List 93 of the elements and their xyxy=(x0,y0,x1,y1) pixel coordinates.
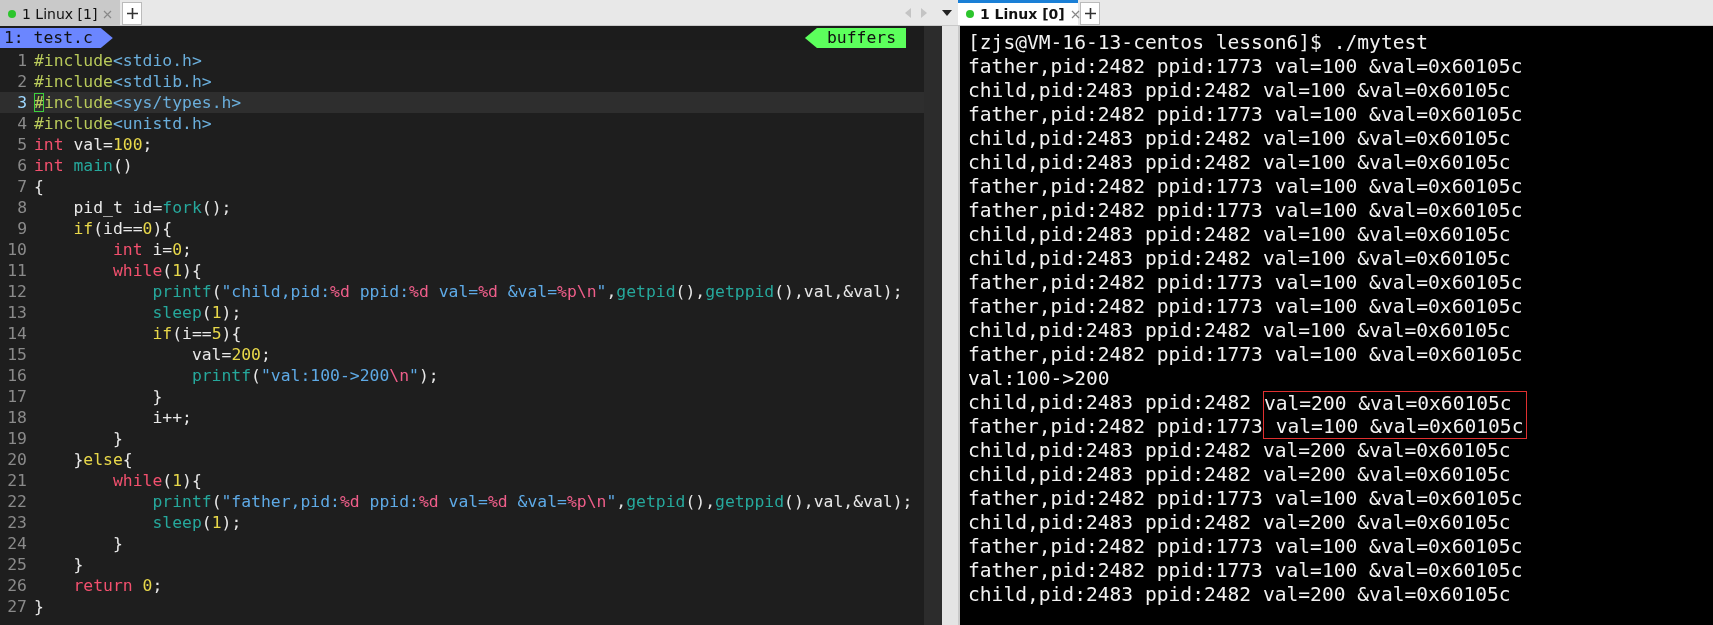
terminal-tab[interactable]: 1 Linux [0] xyxy=(958,0,1078,25)
code-line: val=200; xyxy=(190,344,271,365)
status-dot-icon xyxy=(966,10,974,18)
terminal-line: father,pid:2482 ppid:1773 xyxy=(968,415,1263,439)
code-line: i++; xyxy=(151,407,192,428)
plus-icon xyxy=(126,8,138,19)
terminal-line: father,pid:2482 ppid:1773 val=100 &val=0x60105c xyxy=(968,103,1523,127)
terminal-line: child,pid:2483 ppid:2482 xyxy=(968,391,1253,415)
new-tab-button[interactable] xyxy=(122,2,142,25)
code-line: pid_t id=fork(); xyxy=(72,197,232,218)
code-line: while(1){ xyxy=(111,470,202,491)
highlighted-output: val=200 &val=0x60105c xyxy=(1262,391,1528,415)
code-line: } xyxy=(111,533,123,554)
terminal-line: child,pid:2483 ppid:2482 val=200 &val=0x60105c xyxy=(968,463,1511,487)
terminal-line: father,pid:2482 ppid:1773 val=100 &val=0x60105c xyxy=(968,343,1523,367)
line-number: 13 xyxy=(6,302,27,323)
code-line: sleep(1); xyxy=(151,302,242,323)
terminal-line: child,pid:2483 ppid:2482 val=100 &val=0x60105c xyxy=(968,319,1511,343)
line-number: 14 xyxy=(6,323,27,344)
line-number: 19 xyxy=(6,428,27,449)
terminal-line: father,pid:2482 ppid:1773 val=100 &val=0x60105c xyxy=(968,199,1523,223)
line-number: 26 xyxy=(6,575,27,596)
code-line: }else{ xyxy=(72,449,133,470)
buffer-tab[interactable]: 1: test.c xyxy=(0,28,113,48)
code-line: sleep(1); xyxy=(151,512,242,533)
line-number: 8 xyxy=(16,197,27,218)
terminal-line: child,pid:2483 ppid:2482 val=100 &val=0x60105c xyxy=(968,223,1511,247)
terminal-tab[interactable]: 1 Linux [1] xyxy=(0,0,120,25)
code-line: if(i==5){ xyxy=(151,323,242,344)
code-line: while(1){ xyxy=(111,260,202,281)
code-line: printf("val:100->200\n"); xyxy=(190,365,439,386)
line-number: 21 xyxy=(6,470,27,491)
terminal-line: child,pid:2483 ppid:2482 val=100 &val=0x60105c xyxy=(968,127,1511,151)
code-editor[interactable] xyxy=(0,26,924,625)
code-line: printf("father,pid:%d ppid:%d val=%d &val=%p\n",getpid(),getppid(),val,&val); xyxy=(151,491,913,512)
terminal-line: father,pid:2482 ppid:1773 val=100 &val=0x60105c xyxy=(968,535,1523,559)
code-line: #include<sys/types.h> xyxy=(34,92,242,113)
line-number: 18 xyxy=(6,407,27,428)
line-number: 27 xyxy=(6,596,27,617)
terminal-line: child,pid:2483 ppid:2482 val=200 &val=0x60105c xyxy=(968,583,1511,607)
code-line: } xyxy=(111,428,123,449)
code-line: } xyxy=(151,386,163,407)
code-line: #include<unistd.h> xyxy=(34,113,212,134)
line-number: 10 xyxy=(6,239,27,260)
terminal-line: child,pid:2483 ppid:2482 val=200 &val=0x60105c xyxy=(968,511,1511,535)
line-number: 1 xyxy=(16,50,27,71)
terminal-line: [zjs@VM-16-13-centos lesson6]$ ./mytest xyxy=(968,31,1429,55)
terminal-line: child,pid:2483 ppid:2482 val=100 &val=0x60105c xyxy=(968,79,1511,103)
terminal-line: father,pid:2482 ppid:1773 val=100 &val=0x60105c xyxy=(968,487,1523,511)
terminal-line: father,pid:2482 ppid:1773 val=100 &val=0x60105c xyxy=(968,559,1523,583)
plus-icon xyxy=(1084,8,1096,19)
line-number: 12 xyxy=(6,281,27,302)
line-number: 17 xyxy=(6,386,27,407)
line-number: 20 xyxy=(6,449,27,470)
code-line: printf("child,pid:%d ppid:%d val=%d &val=%p\n",getpid(),getppid(),val,&val); xyxy=(151,281,903,302)
highlighted-output: val=100 &val=0x60105c xyxy=(1262,415,1528,439)
terminal-line: father,pid:2482 ppid:1773 val=100 &val=0x60105c xyxy=(968,295,1523,319)
buffers-label: buffers xyxy=(804,28,906,48)
code-line: int main() xyxy=(34,155,133,176)
code-line: } xyxy=(72,554,84,575)
terminal-line: val:100->200 xyxy=(968,367,1110,391)
line-number: 9 xyxy=(16,218,27,239)
line-number: 15 xyxy=(6,344,27,365)
line-number: 6 xyxy=(16,155,27,176)
line-number: 4 xyxy=(16,113,27,134)
terminal-line: child,pid:2483 ppid:2482 val=100 &val=0x60105c xyxy=(968,247,1511,271)
line-number: 11 xyxy=(6,260,27,281)
code-line: } xyxy=(34,596,44,617)
code-line: int val=100; xyxy=(34,134,153,155)
dropdown-icon[interactable] xyxy=(942,9,952,16)
terminal-line: father,pid:2482 ppid:1773 val=100 &val=0x60105c xyxy=(968,175,1523,199)
line-number: 7 xyxy=(16,176,27,197)
code-line: { xyxy=(34,176,44,197)
line-number: 5 xyxy=(16,134,27,155)
line-number: 23 xyxy=(6,512,27,533)
code-line: #include<stdio.h> xyxy=(34,50,202,71)
code-line: #include<stdlib.h> xyxy=(34,71,212,92)
line-number: 3 xyxy=(16,92,27,113)
terminal-line: father,pid:2482 ppid:1773 val=100 &val=0x60105c xyxy=(968,271,1523,295)
terminal-line: child,pid:2483 ppid:2482 val=200 &val=0x60105c xyxy=(968,439,1511,463)
code-line: int i=0; xyxy=(111,239,192,260)
terminal-line: father,pid:2482 ppid:1773 val=100 &val=0x60105c xyxy=(968,55,1523,79)
line-number: 22 xyxy=(6,491,27,512)
code-line: return 0; xyxy=(72,575,163,596)
line-number: 2 xyxy=(16,71,27,92)
line-number: 24 xyxy=(6,533,27,554)
scrollbar[interactable] xyxy=(924,26,942,625)
code-line: if(id==0){ xyxy=(72,218,173,239)
status-dot-icon xyxy=(8,10,16,18)
line-number: 16 xyxy=(6,365,27,386)
new-tab-button[interactable] xyxy=(1080,2,1100,25)
terminal-line: child,pid:2483 ppid:2482 val=100 &val=0x60105c xyxy=(968,151,1511,175)
line-number: 25 xyxy=(6,554,27,575)
